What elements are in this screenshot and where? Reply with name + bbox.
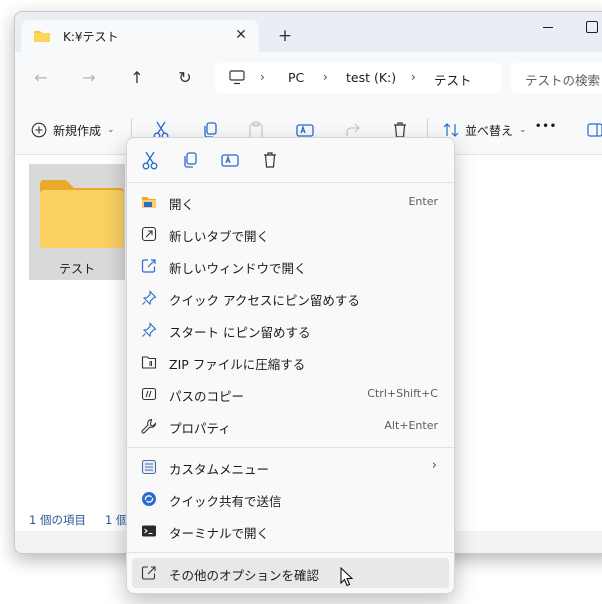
menu-divider xyxy=(127,447,454,448)
menu-item-label: スタート にピン留めする xyxy=(169,325,311,340)
chevron-right-icon: › xyxy=(431,458,437,473)
menu-item-pin-quick-access[interactable]: クイック アクセスにピン留めする xyxy=(132,283,449,313)
plus-circle-icon xyxy=(31,122,47,138)
breadcrumb-chevron-icon: › xyxy=(411,70,416,84)
up-button[interactable]: ↑ xyxy=(125,66,149,90)
breadcrumb-pc[interactable]: PC xyxy=(288,70,304,85)
folder-item[interactable]: テスト xyxy=(29,164,125,280)
close-tab-icon[interactable]: ✕ xyxy=(231,25,251,45)
breadcrumb-folder[interactable]: テスト xyxy=(434,70,472,89)
tab-title: K:¥テスト xyxy=(63,30,119,44)
cut-icon[interactable] xyxy=(137,148,163,172)
search-placeholder: テストの検索 xyxy=(525,73,601,88)
terminal-icon xyxy=(142,525,156,537)
search-box[interactable]: テストの検索 xyxy=(511,63,602,93)
shortcut-text: Enter xyxy=(408,195,438,208)
menu-item-show-more-options[interactable]: その他のオプションを確認 xyxy=(132,558,449,588)
open-folder-icon xyxy=(142,197,156,208)
menu-item-label: ターミナルで開く xyxy=(169,526,270,541)
menu-item-copy-path[interactable]: パスのコピー Ctrl+Shift+C xyxy=(132,379,449,409)
more-options-button[interactable]: ••• xyxy=(535,121,557,143)
maximize-button[interactable] xyxy=(583,18,602,38)
forward-button[interactable]: → xyxy=(77,66,101,90)
menu-item-open-new-tab[interactable]: 新しいタブで開く xyxy=(132,219,449,249)
wrench-icon xyxy=(141,418,157,434)
chevron-down-icon: ⌄ xyxy=(519,125,527,135)
menu-item-label: クイック共有で送信 xyxy=(169,494,282,509)
folder-name: テスト xyxy=(58,262,95,276)
copy-icon[interactable] xyxy=(177,148,203,172)
context-menu: 開く Enter 新しいタブで開く 新しいウィンドウで開く クイック アクセスに… xyxy=(126,137,455,594)
navigation-bar: ← → ↑ ↻ › PC › test (K:) › テスト テストの検索 xyxy=(15,52,602,104)
chevron-down-icon: ⌄ xyxy=(107,125,115,135)
mouse-cursor-icon xyxy=(340,567,354,587)
sort-button[interactable]: 並べ替え ⌄ xyxy=(443,119,527,141)
item-count: 1 個の項目 xyxy=(29,513,86,527)
menu-item-nearby-share[interactable]: クイック共有で送信 xyxy=(132,484,449,514)
new-tab-icon xyxy=(141,226,157,242)
breadcrumb-chevron-icon: › xyxy=(323,70,328,84)
details-pane-icon[interactable] xyxy=(587,119,602,141)
sort-icon xyxy=(443,123,459,137)
breadcrumb-chevron-icon: › xyxy=(260,70,265,84)
new-tab-button[interactable]: + xyxy=(273,24,297,48)
menu-item-label: 新しいタブで開く xyxy=(169,229,270,244)
pin-icon xyxy=(142,290,157,306)
copy-path-icon xyxy=(141,387,157,401)
menu-item-label: パスのコピー xyxy=(169,389,245,404)
menu-item-open-new-window[interactable]: 新しいウィンドウで開く xyxy=(132,251,449,281)
address-bar[interactable]: › PC › test (K:) › テスト xyxy=(215,63,501,93)
folder-icon xyxy=(34,31,50,42)
delete-icon[interactable] xyxy=(257,148,283,172)
menu-item-custom-menu[interactable]: カスタムメニュー › xyxy=(132,452,449,482)
shortcut-text: Alt+Enter xyxy=(384,419,438,432)
nearby-share-icon xyxy=(142,492,156,506)
back-button[interactable]: ← xyxy=(29,66,53,90)
breadcrumb-drive[interactable]: test (K:) xyxy=(346,70,396,85)
pin-icon xyxy=(142,322,157,338)
menu-item-label: 新しいウィンドウで開く xyxy=(169,261,307,276)
tab-strip: K:¥テスト ✕ + xyxy=(15,12,602,52)
menu-item-label: カスタムメニュー xyxy=(169,462,270,477)
more-options-icon xyxy=(141,566,156,580)
menu-item-label: 開く xyxy=(169,197,195,212)
menu-item-label: プロパティ xyxy=(169,421,231,436)
menu-item-open-terminal[interactable]: ターミナルで開く xyxy=(132,516,449,546)
new-button[interactable]: 新規作成 ⌄ xyxy=(31,119,115,141)
new-window-icon xyxy=(141,259,156,273)
menu-item-open[interactable]: 開く Enter xyxy=(132,187,449,217)
menu-item-compress-zip[interactable]: ZIP ファイルに圧縮する xyxy=(132,347,449,377)
menu-divider xyxy=(127,552,454,553)
menu-item-label: ZIP ファイルに圧縮する xyxy=(169,357,306,372)
menu-item-label: その他のオプションを確認 xyxy=(169,568,320,583)
selected-count: 1 個 xyxy=(105,513,128,527)
shortcut-text: Ctrl+Shift+C xyxy=(367,387,438,400)
new-label: 新規作成 xyxy=(53,123,102,138)
menu-item-label: クイック アクセスにピン留めする xyxy=(169,293,360,308)
menu-item-properties[interactable]: プロパティ Alt+Enter xyxy=(132,411,449,441)
minimize-button[interactable] xyxy=(536,18,560,38)
pc-icon xyxy=(229,70,245,85)
menu-divider xyxy=(127,182,454,183)
zip-icon xyxy=(141,356,157,369)
folder-icon xyxy=(40,180,124,248)
custom-menu-icon xyxy=(141,459,157,475)
sort-label: 並べ替え xyxy=(465,123,514,138)
menu-item-pin-start[interactable]: スタート にピン留めする xyxy=(132,315,449,345)
refresh-button[interactable]: ↻ xyxy=(173,66,197,90)
tab-current[interactable]: K:¥テスト ✕ xyxy=(21,20,259,52)
rename-icon[interactable] xyxy=(217,148,243,172)
